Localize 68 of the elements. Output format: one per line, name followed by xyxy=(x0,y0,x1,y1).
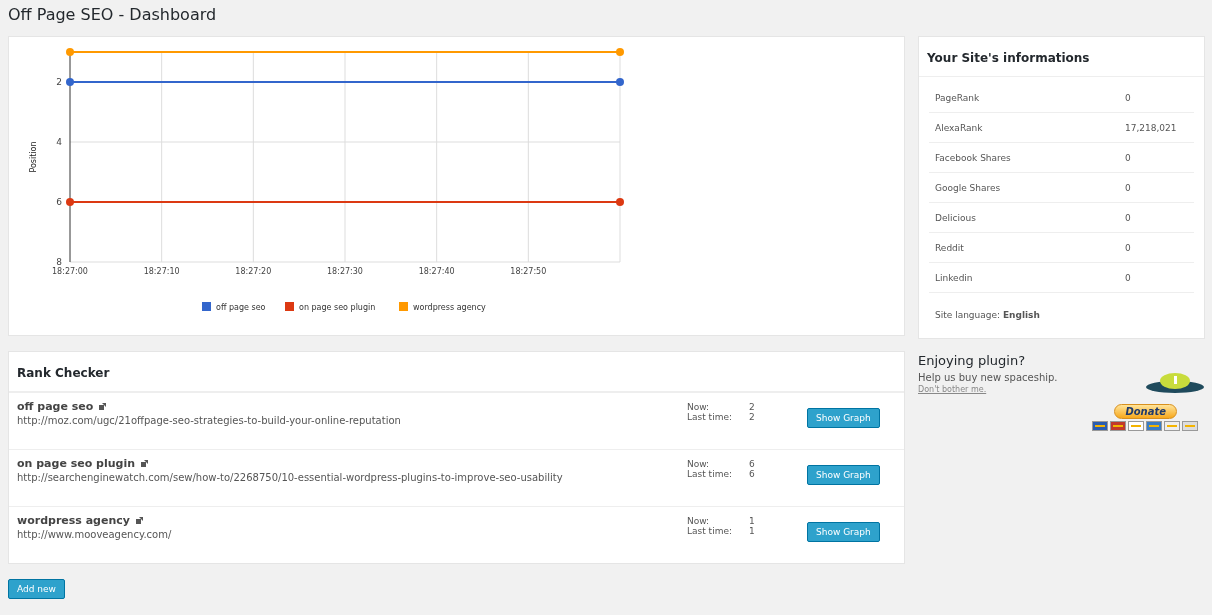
axis-tick-label: 2 xyxy=(56,77,62,87)
payment-card-icon xyxy=(1092,421,1108,431)
info-value: 17,218,021 xyxy=(1125,122,1178,133)
page-title: Off Page SEO - Dashboard xyxy=(8,4,218,25)
external-link-icon[interactable] xyxy=(136,517,143,524)
keyword: off page seo xyxy=(17,400,94,413)
axis-tick-label: 18:27:50 xyxy=(510,267,547,276)
info-value: 0 xyxy=(1125,272,1132,283)
info-label: PageRank xyxy=(935,92,981,103)
axis-tick-label: 6 xyxy=(56,197,62,207)
info-value: 0 xyxy=(1125,242,1132,253)
payment-card-icon xyxy=(1164,421,1180,431)
axis-tick-label: 18:27:00 xyxy=(52,267,88,276)
last-time-label: Last time: xyxy=(687,412,733,422)
axis-tick-label: 18:27:30 xyxy=(327,267,363,276)
payment-card-icon xyxy=(1146,421,1162,431)
now-value: 6 xyxy=(749,459,756,469)
site-language: Site language: English xyxy=(935,310,1040,320)
info-label: Facebook Shares xyxy=(935,152,1012,163)
donate-button[interactable]: Donate xyxy=(1114,404,1177,419)
info-label: AlexaRank xyxy=(935,122,984,133)
add-new-button[interactable]: Add new xyxy=(8,579,65,599)
axis-tick-label: 4 xyxy=(56,137,62,147)
last-time-value: 1 xyxy=(749,526,756,536)
keyword: on page seo plugin xyxy=(17,457,136,470)
axis-tick-label: 18:27:40 xyxy=(418,267,455,276)
show-graph-button[interactable]: Show Graph xyxy=(807,522,880,542)
axis-tick-label: 18:27:20 xyxy=(235,267,272,276)
info-value: 0 xyxy=(1125,212,1132,223)
last-time-label: Last time: xyxy=(687,469,733,479)
donate-text: Help us buy new spaceship. xyxy=(918,372,1058,383)
now-label: Now: xyxy=(687,516,711,526)
payment-card-icon xyxy=(1128,421,1144,431)
show-graph-button[interactable]: Show Graph xyxy=(807,465,880,485)
spaceship-icon xyxy=(1145,372,1205,394)
payment-card-icon xyxy=(1182,421,1198,431)
last-time-value: 2 xyxy=(749,412,756,422)
dismiss-link[interactable]: Don't bother me. xyxy=(918,385,1058,394)
axis-tick-label: 8 xyxy=(56,257,62,267)
axis-title: Position xyxy=(29,141,38,173)
info-label: Google Shares xyxy=(935,182,1002,193)
card-title: Your Site's informations xyxy=(927,51,1090,65)
last-time-value: 6 xyxy=(749,469,756,479)
external-link-icon[interactable] xyxy=(141,460,149,467)
card-title: Rank Checker xyxy=(17,366,110,380)
show-graph-button[interactable]: Show Graph xyxy=(807,408,880,428)
donate-heading: Enjoying plugin? xyxy=(918,353,1027,368)
legend-label: off page seo xyxy=(216,303,266,312)
now-value: 2 xyxy=(749,402,756,412)
legend-label: on page seo plugin xyxy=(299,303,376,312)
info-label: Linkedin xyxy=(935,272,974,283)
info-value: 0 xyxy=(1125,92,1132,103)
now-value: 1 xyxy=(749,516,756,526)
last-time-label: Last time: xyxy=(687,526,733,536)
info-label: Delicious xyxy=(935,212,977,223)
info-value: 0 xyxy=(1125,152,1132,163)
now-label: Now: xyxy=(687,402,711,412)
url-text: http://www.mooveagency.com/ xyxy=(17,529,173,540)
payment-card-icon xyxy=(1110,421,1126,431)
info-value: 0 xyxy=(1125,182,1132,193)
keyword: wordpress agency xyxy=(17,514,130,527)
now-label: Now: xyxy=(687,459,711,469)
url-text: http://moz.com/ugc/21offpage-seo-strategies-to-build-your-online-reputation xyxy=(17,415,402,426)
legend-label: wordpress agency xyxy=(413,303,486,312)
url-text: http://searchenginewatch.com/sew/how-to/2268750/10-essential-wordpress-plugins-to-improve-seo-usability xyxy=(17,472,564,483)
axis-tick-label: 18:27:10 xyxy=(143,267,180,276)
external-link-icon[interactable] xyxy=(99,403,107,410)
info-label: Reddit xyxy=(935,242,965,253)
